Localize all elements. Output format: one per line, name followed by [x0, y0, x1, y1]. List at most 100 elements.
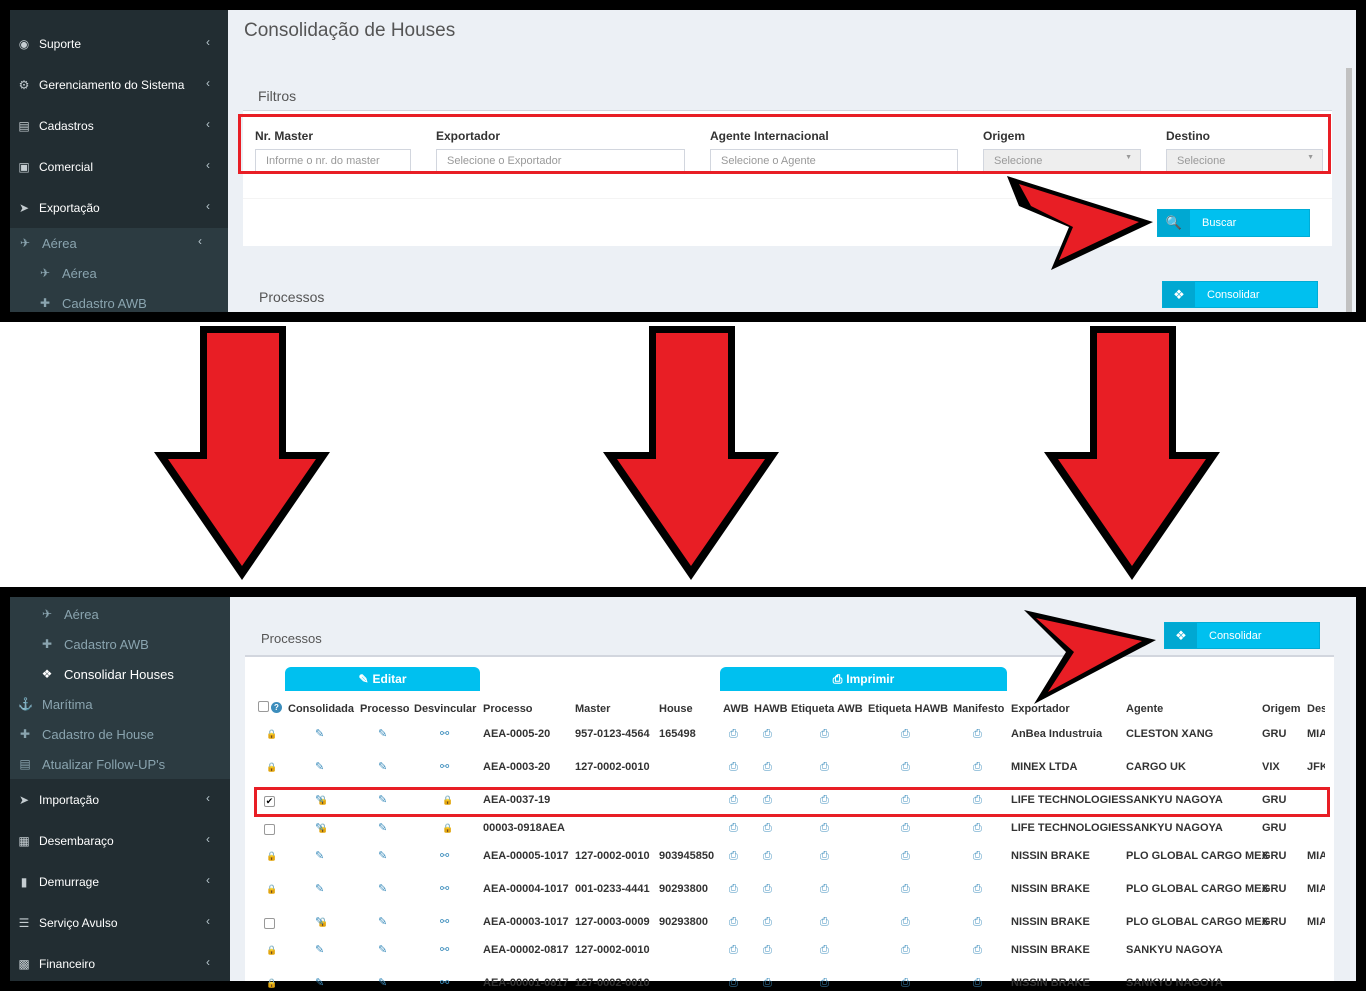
print-icon[interactable]: ⎙	[763, 728, 772, 741]
chevron-left-icon: ‹	[206, 199, 210, 213]
edit-icon[interactable]: ✎	[378, 882, 387, 895]
sidebar-item-maritima[interactable]: ⚓ Marítima	[10, 689, 228, 719]
edit-icon[interactable]: ✎	[315, 882, 324, 895]
print-icon[interactable]: ⎙	[973, 728, 982, 741]
arrow-circle-icon: ➤	[18, 792, 30, 807]
print-icon[interactable]: ⎙	[729, 850, 738, 863]
sidebar-item-demurrage[interactable]: ▮ Demurrage ‹	[10, 861, 228, 902]
print-icon[interactable]: ⎙	[820, 850, 829, 863]
print-icon[interactable]: ⎙	[820, 883, 829, 896]
sidebar-item-servico-avulso[interactable]: ☰ Serviço Avulso ‹	[10, 902, 228, 943]
edit-icon[interactable]: ✎	[315, 821, 324, 834]
sidebar-subitem-aerea[interactable]: ✈ Aérea	[10, 599, 228, 629]
sidebar-item-financeiro[interactable]: ▩ Financeiro ‹	[10, 943, 228, 981]
sidebar-item-label: Desembaraço	[39, 833, 114, 848]
edit-icon[interactable]: ✎	[315, 915, 324, 928]
unlink-icon[interactable]: ⚯	[440, 915, 449, 928]
sidebar-item-cadastro-house[interactable]: ✚ Cadastro de House	[10, 719, 228, 749]
unlink-icon[interactable]: ⚯	[440, 943, 449, 956]
edit-icon[interactable]: ✎	[378, 943, 387, 956]
print-icon[interactable]: ⎙	[973, 822, 982, 835]
print-icon[interactable]: ⎙	[729, 761, 738, 774]
sidebar-item-cadastros[interactable]: ▤ Cadastros ‹	[10, 105, 228, 146]
print-icon[interactable]: ⎙	[729, 728, 738, 741]
print-icon[interactable]: ⎙	[729, 916, 738, 929]
print-icon[interactable]: ⎙	[973, 916, 982, 929]
edit-icon[interactable]: ✎	[378, 727, 387, 740]
print-icon[interactable]: ⎙	[820, 728, 829, 741]
edit-icon[interactable]: ✎	[315, 760, 324, 773]
edit-icon[interactable]: ✎	[378, 821, 387, 834]
help-icon[interactable]: ?	[271, 702, 282, 713]
unlink-icon[interactable]: ⚯	[440, 760, 449, 773]
lock-icon: 🔒	[266, 978, 278, 988]
print-icon[interactable]: ⎙	[763, 761, 772, 774]
unlink-icon[interactable]: ⚯	[440, 849, 449, 862]
sidebar-item-gerenciamento[interactable]: ⚙ Gerenciamento do Sistema ‹	[10, 64, 228, 105]
edit-icon[interactable]: ✎	[378, 760, 387, 773]
sidebar-item-suporte[interactable]: ◉ Suporte ‹	[10, 23, 228, 64]
chevron-left-icon: ‹	[206, 76, 210, 90]
print-icon[interactable]: ⎙	[901, 822, 910, 835]
edit-icon[interactable]: ✎	[378, 915, 387, 928]
sidebar-subitem-cadastro-awb[interactable]: ✚ Cadastro AWB	[10, 629, 228, 659]
print-icon[interactable]: ⎙	[973, 883, 982, 896]
print-icon[interactable]: ⎙	[820, 761, 829, 774]
print-icon[interactable]: ⎙	[763, 822, 772, 835]
print-icon[interactable]: ⎙	[901, 728, 910, 741]
sidebar-subitem-cadastro-awb[interactable]: ✚ Cadastro AWB	[10, 288, 228, 312]
edit-icon[interactable]: ✎	[378, 976, 387, 989]
print-icon[interactable]: ⎙	[763, 850, 772, 863]
sidebar-subitem-aerea[interactable]: ✈ Aérea	[10, 258, 228, 288]
print-icon[interactable]: ⎙	[901, 944, 910, 957]
edit-icon[interactable]: ✎	[378, 849, 387, 862]
sidebar: ◉ Suporte ‹ ⚙ Gerenciamento do Sistema ‹…	[10, 10, 228, 312]
print-icon[interactable]: ⎙	[973, 761, 982, 774]
print-icon[interactable]: ⎙	[820, 944, 829, 957]
edit-icon[interactable]: ✎	[315, 727, 324, 740]
edit-icon[interactable]: ✎	[315, 943, 324, 956]
edit-icon[interactable]: ✎	[315, 849, 324, 862]
print-icon[interactable]: ⎙	[901, 883, 910, 896]
print-icon[interactable]: ⎙	[973, 977, 982, 990]
print-icon[interactable]: ⎙	[729, 822, 738, 835]
sidebar-item-exportacao[interactable]: ➤ Exportação ‹	[10, 187, 228, 228]
print-icon[interactable]: ⎙	[901, 977, 910, 990]
print-icon[interactable]: ⎙	[763, 883, 772, 896]
imprimir-tab[interactable]: ⎙ Imprimir	[720, 667, 1007, 691]
row-checkbox[interactable]	[264, 824, 275, 835]
row-checkbox[interactable]	[264, 918, 275, 929]
print-icon[interactable]: ⎙	[729, 977, 738, 990]
select-all-checkbox[interactable]	[258, 701, 269, 712]
unlink-icon[interactable]: ⚯	[440, 976, 449, 989]
sidebar-item-importacao[interactable]: ➤ Importação ‹	[10, 779, 228, 820]
lock-icon: 🔒	[266, 884, 278, 894]
sidebar-item-atualizar-followup[interactable]: ▤ Atualizar Follow-UP's	[10, 749, 228, 779]
scrollbar[interactable]	[1346, 68, 1352, 312]
print-icon[interactable]: ⎙	[729, 883, 738, 896]
print-icon[interactable]: ⎙	[973, 944, 982, 957]
print-icon[interactable]: ⎙	[729, 944, 738, 957]
print-icon[interactable]: ⎙	[763, 944, 772, 957]
unlink-icon[interactable]: ⚯	[440, 727, 449, 740]
buscar-button[interactable]: 🔍 Buscar	[1157, 209, 1310, 237]
print-icon[interactable]: ⎙	[901, 761, 910, 774]
sidebar-item-aerea[interactable]: ✈ Aérea	[10, 228, 228, 258]
print-icon[interactable]: ⎙	[820, 916, 829, 929]
print-icon[interactable]: ⎙	[763, 977, 772, 990]
print-icon[interactable]: ⎙	[901, 850, 910, 863]
print-icon[interactable]: ⎙	[820, 977, 829, 990]
print-icon[interactable]: ⎙	[901, 916, 910, 929]
sidebar-item-comercial[interactable]: ▣ Comercial ‹	[10, 146, 228, 187]
unlink-icon[interactable]: ⚯	[440, 882, 449, 895]
print-icon[interactable]: ⎙	[763, 916, 772, 929]
cell-processo: 00003-0918AEA	[483, 822, 565, 834]
consolidar-button[interactable]: ❖ Consolidar	[1162, 281, 1318, 308]
print-icon[interactable]: ⎙	[820, 822, 829, 835]
sidebar-subitem-consolidar-houses[interactable]: ❖ Consolidar Houses	[10, 659, 228, 689]
print-icon[interactable]: ⎙	[973, 850, 982, 863]
edit-icon[interactable]: ✎	[315, 976, 324, 989]
sidebar-item-desembaraco[interactable]: ▦ Desembaraço ‹	[10, 820, 228, 861]
consolidar-button[interactable]: ❖ Consolidar	[1164, 622, 1320, 649]
editar-tab[interactable]: ✎ Editar	[285, 667, 480, 691]
